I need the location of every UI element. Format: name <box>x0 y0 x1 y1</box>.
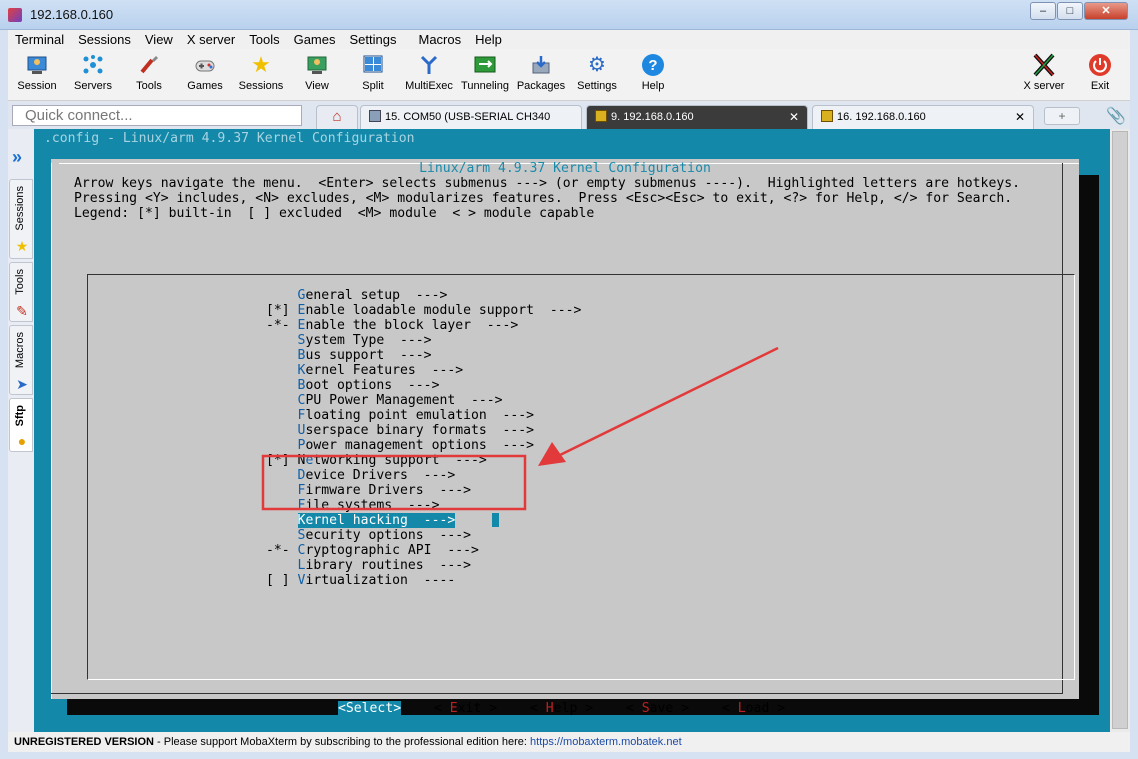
highlight-box <box>261 454 527 511</box>
annotation-overlay <box>261 346 779 511</box>
annotation-arrow <box>559 346 779 457</box>
